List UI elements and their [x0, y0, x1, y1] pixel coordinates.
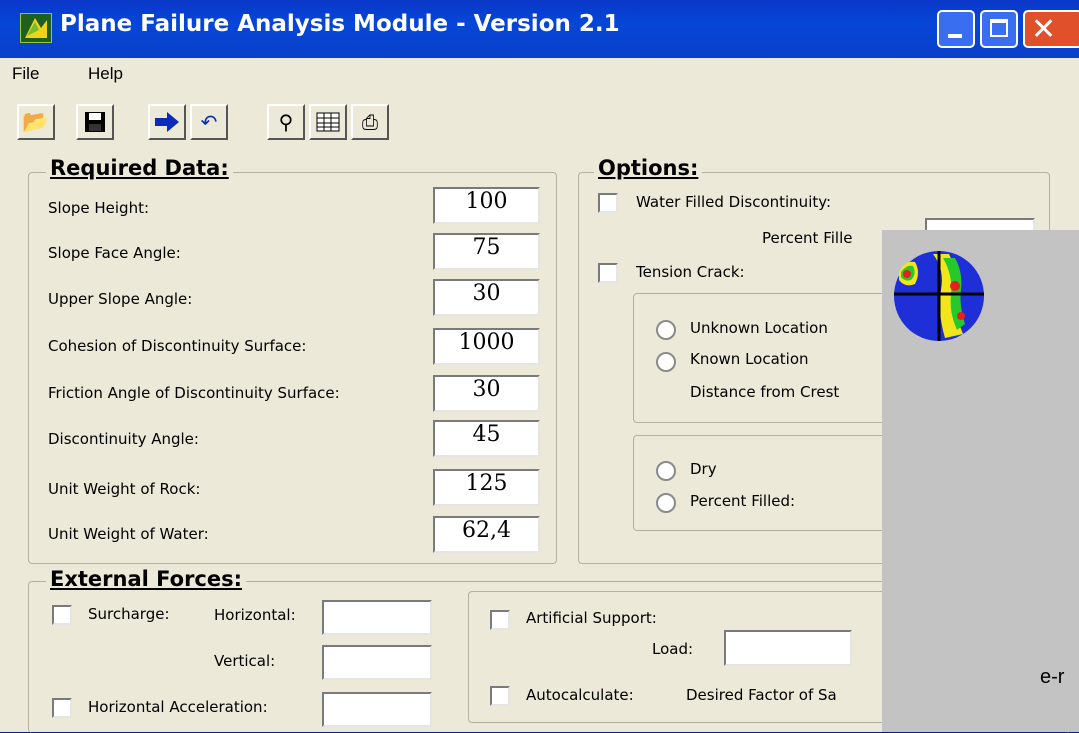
- run-button[interactable]: [148, 104, 186, 140]
- horizontal-accel-field[interactable]: [322, 692, 432, 727]
- title-bar[interactable]: Plane Failure Analysis Module - Version …: [0, 0, 1079, 58]
- percent-filled-radio-label: Percent Filled:: [690, 492, 796, 510]
- artificial-support-checkbox[interactable]: [490, 610, 510, 630]
- unknown-location-label: Unknown Location: [690, 319, 828, 337]
- window-title: Plane Failure Analysis Module - Version …: [60, 11, 620, 37]
- discontinuity-angle-field[interactable]: 45: [433, 420, 540, 457]
- unit-weight-water-label: Unit Weight of Water:: [48, 525, 209, 543]
- slope-height-label: Slope Height:: [48, 199, 150, 217]
- menu-help[interactable]: Help: [88, 64, 123, 84]
- menu-bar: File Help: [0, 58, 1079, 90]
- print-button[interactable]: ⎙: [351, 104, 389, 140]
- horizontal-accel-label: Horizontal Acceleration:: [88, 698, 268, 716]
- horizontal-accel-checkbox[interactable]: [52, 698, 72, 718]
- dry-radio[interactable]: [656, 461, 676, 481]
- table-grid-icon: [316, 112, 340, 132]
- undo-button[interactable]: ↶: [190, 104, 228, 140]
- percent-filled-label: Percent Fille: [762, 229, 853, 247]
- vertical-field[interactable]: [322, 645, 432, 680]
- upper-slope-angle-label: Upper Slope Angle:: [48, 290, 193, 308]
- water-filled-checkbox[interactable]: [598, 193, 618, 213]
- cohesion-field[interactable]: 1000: [433, 328, 540, 365]
- horizontal-field[interactable]: [322, 600, 432, 635]
- slope-face-angle-label: Slope Face Angle:: [48, 244, 181, 262]
- close-icon: ✕: [1031, 12, 1057, 47]
- minimize-icon: [948, 34, 962, 38]
- friction-angle-label: Friction Angle of Discontinuity Surface:: [48, 384, 340, 402]
- dry-label: Dry: [690, 460, 717, 478]
- friction-angle-field[interactable]: 30: [433, 375, 540, 412]
- menu-file[interactable]: File: [12, 64, 39, 84]
- undo-icon: ↶: [200, 110, 218, 134]
- close-button[interactable]: ✕: [1023, 10, 1079, 48]
- overlay-email-text: e-r: [1040, 666, 1065, 688]
- minimize-button[interactable]: [937, 10, 975, 48]
- unit-weight-water-field[interactable]: 62,4: [433, 516, 540, 553]
- open-folder-icon: 📂: [22, 109, 50, 135]
- unknown-location-radio[interactable]: [656, 320, 676, 340]
- artificial-support-label: Artificial Support:: [526, 609, 657, 627]
- tension-crack-checkbox[interactable]: [598, 263, 618, 283]
- discontinuity-angle-label: Discontinuity Angle:: [48, 430, 199, 448]
- surcharge-checkbox[interactable]: [52, 605, 72, 625]
- find-button[interactable]: ⚲: [267, 104, 305, 140]
- run-arrow-icon: [155, 112, 179, 132]
- upper-slope-angle-field[interactable]: 30: [433, 279, 540, 316]
- required-data-title: Required Data:: [46, 156, 233, 180]
- desired-factor-label: Desired Factor of Sa: [686, 686, 837, 704]
- load-label: Load:: [652, 640, 694, 658]
- load-field[interactable]: [724, 630, 852, 666]
- maximize-icon: [990, 19, 1008, 37]
- water-filled-label: Water Filled Discontinuity:: [636, 193, 832, 211]
- horizontal-label: Horizontal:: [214, 606, 296, 624]
- open-button[interactable]: 📂: [17, 104, 55, 140]
- printer-icon: ⎙: [362, 110, 378, 134]
- cohesion-label: Cohesion of Discontinuity Surface:: [48, 337, 307, 355]
- options-title: Options:: [594, 156, 703, 180]
- slope-height-field[interactable]: 100: [433, 187, 540, 224]
- save-button[interactable]: [76, 104, 114, 140]
- binoculars-icon: ⚲: [278, 110, 294, 134]
- known-location-label: Known Location: [690, 350, 809, 368]
- unit-weight-rock-field[interactable]: 125: [433, 469, 540, 506]
- vertical-label: Vertical:: [214, 652, 276, 670]
- percent-filled-radio[interactable]: [656, 493, 676, 513]
- surcharge-label: Surcharge:: [88, 605, 170, 623]
- tension-crack-label: Tension Crack:: [636, 263, 745, 281]
- table-button[interactable]: [309, 104, 347, 140]
- slope-face-angle-field[interactable]: 75: [433, 233, 540, 270]
- stereonet-logo: [893, 250, 985, 342]
- app-icon: [20, 13, 52, 43]
- maximize-button[interactable]: [980, 10, 1018, 48]
- save-disk-icon: [85, 112, 105, 132]
- unit-weight-rock-label: Unit Weight of Rock:: [48, 480, 201, 498]
- autocalculate-checkbox[interactable]: [490, 686, 510, 706]
- autocalculate-label: Autocalculate:: [526, 686, 634, 704]
- distance-from-crest-label: Distance from Crest: [690, 383, 840, 401]
- known-location-radio[interactable]: [656, 352, 676, 372]
- external-forces-title: External Forces:: [46, 567, 247, 591]
